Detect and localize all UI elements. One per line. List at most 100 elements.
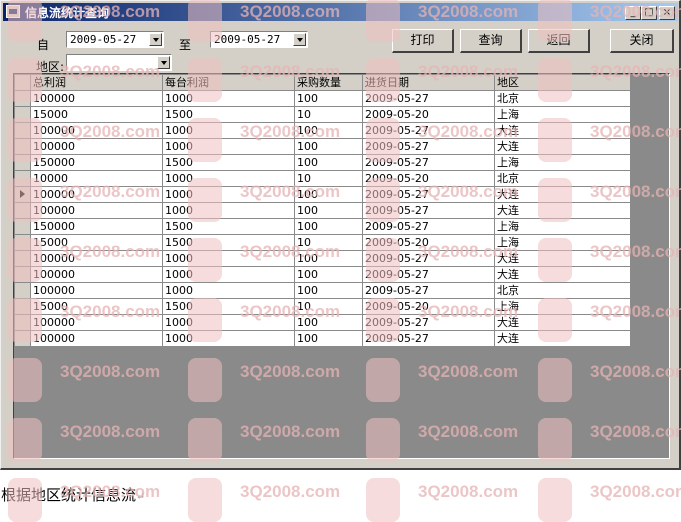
table-cell[interactable]: 2009-05-20 [362,298,495,315]
table-cell[interactable]: 1000 [162,186,295,203]
row-selector[interactable] [14,106,31,123]
row-selector[interactable] [14,90,31,107]
table-cell[interactable]: 1000 [162,90,295,107]
table-cell[interactable]: 2009-05-20 [362,234,495,251]
table-cell[interactable]: 1000 [162,330,295,347]
table-cell[interactable]: 100 [294,186,363,203]
table-cell[interactable]: 2009-05-27 [362,266,495,283]
column-header-total-profit[interactable]: 总利润 [30,74,163,91]
row-selector[interactable] [14,314,31,331]
table-row[interactable]: 100000 1000 100 2009-05-27 北京 [14,282,631,299]
table-cell[interactable]: 100 [294,282,363,299]
chevron-down-icon[interactable] [157,56,170,69]
row-selector[interactable] [14,266,31,283]
back-button[interactable]: 返回 [528,29,590,53]
column-header-region[interactable]: 地区 [494,74,631,91]
column-header-date[interactable]: 进货日期 [362,74,495,91]
chevron-down-icon[interactable] [293,33,306,46]
table-cell[interactable]: 100 [294,266,363,283]
row-selector[interactable] [14,250,31,267]
data-grid[interactable]: 总利润 每台利润 采购数量 进货日期 地区 100000 1000 100 2009-… [13,73,670,459]
table-cell[interactable]: 100 [294,314,363,331]
table-cell[interactable]: 100000 [30,186,163,203]
row-selector[interactable] [14,154,31,171]
table-cell[interactable]: 100 [294,202,363,219]
table-cell[interactable]: 100000 [30,138,163,155]
table-cell[interactable]: 2009-05-27 [362,202,495,219]
table-cell[interactable]: 大连 [494,250,631,267]
table-cell[interactable]: 1000 [162,122,295,139]
table-cell[interactable]: 2009-05-27 [362,282,495,299]
table-cell[interactable]: 100000 [30,282,163,299]
table-cell[interactable]: 北京 [494,282,631,299]
table-cell[interactable]: 1000 [162,266,295,283]
table-cell[interactable]: 1500 [162,154,295,171]
maximize-button[interactable]: □ [641,6,657,20]
table-cell[interactable]: 150000 [30,218,163,235]
table-cell[interactable]: 2009-05-27 [362,154,495,171]
table-cell[interactable]: 100000 [30,122,163,139]
table-cell[interactable]: 10 [294,298,363,315]
table-cell[interactable]: 大连 [494,266,631,283]
table-cell[interactable]: 100 [294,154,363,171]
table-cell[interactable]: 北京 [494,90,631,107]
table-row[interactable]: 15000 1500 10 2009-05-20 上海 [14,106,631,123]
table-cell[interactable]: 2009-05-27 [362,122,495,139]
table-cell[interactable]: 北京 [494,170,631,187]
table-cell[interactable]: 大连 [494,138,631,155]
row-selector[interactable] [14,330,31,347]
table-cell[interactable]: 100000 [30,250,163,267]
row-selector[interactable] [14,186,31,203]
title-bar[interactable]: 信息流统计查询 _ □ × [3,3,678,21]
table-row[interactable]: 100000 1000 100 2009-05-27 北京 [14,90,631,107]
table-cell[interactable]: 2009-05-27 [362,218,495,235]
table-cell[interactable]: 1500 [162,298,295,315]
app-icon[interactable] [6,5,20,18]
table-cell[interactable]: 10 [294,170,363,187]
region-select[interactable] [66,54,172,71]
table-cell[interactable]: 100 [294,250,363,267]
table-cell[interactable]: 1000 [162,282,295,299]
table-cell[interactable]: 上海 [494,234,631,251]
table-cell[interactable]: 1000 [162,314,295,331]
table-row[interactable]: 15000 1500 10 2009-05-20 上海 [14,234,631,251]
table-cell[interactable]: 2009-05-20 [362,170,495,187]
table-cell[interactable]: 15000 [30,298,163,315]
table-cell[interactable]: 2009-05-27 [362,138,495,155]
table-cell[interactable]: 10000 [30,170,163,187]
table-cell[interactable]: 2009-05-27 [362,90,495,107]
close-button[interactable]: 关闭 [610,29,674,53]
table-cell[interactable]: 1500 [162,234,295,251]
row-selector[interactable] [14,138,31,155]
table-cell[interactable]: 1500 [162,218,295,235]
table-row[interactable]: 150000 1500 100 2009-05-27 上海 [14,218,631,235]
to-date-picker[interactable]: 2009-05-27 [210,31,308,48]
table-row[interactable]: 100000 1000 100 2009-05-27 大连 [14,186,631,203]
table-cell[interactable]: 1000 [162,250,295,267]
row-selector[interactable] [14,202,31,219]
table-cell[interactable]: 大连 [494,314,631,331]
close-window-button[interactable]: × [659,6,675,20]
table-cell[interactable]: 1000 [162,170,295,187]
table-cell[interactable]: 大连 [494,330,631,347]
table-cell[interactable]: 2009-05-27 [362,186,495,203]
table-row[interactable]: 100000 1000 100 2009-05-27 大连 [14,250,631,267]
row-selector[interactable] [14,282,31,299]
table-row[interactable]: 10000 1000 10 2009-05-20 北京 [14,170,631,187]
table-row[interactable]: 150000 1500 100 2009-05-27 上海 [14,154,631,171]
row-selector[interactable] [14,170,31,187]
table-cell[interactable]: 100000 [30,330,163,347]
table-row[interactable]: 15000 1500 10 2009-05-20 上海 [14,298,631,315]
table-cell[interactable]: 100 [294,218,363,235]
table-cell[interactable]: 大连 [494,122,631,139]
table-row[interactable]: 100000 1000 100 2009-05-27 大连 [14,122,631,139]
table-cell[interactable]: 10 [294,234,363,251]
table-cell[interactable]: 10 [294,106,363,123]
table-cell[interactable]: 100 [294,90,363,107]
row-selector[interactable] [14,298,31,315]
table-row[interactable]: 100000 1000 100 2009-05-27 大连 [14,330,631,347]
table-cell[interactable]: 2009-05-20 [362,106,495,123]
table-cell[interactable]: 2009-05-27 [362,250,495,267]
table-cell[interactable]: 1000 [162,202,295,219]
row-selector[interactable] [14,234,31,251]
